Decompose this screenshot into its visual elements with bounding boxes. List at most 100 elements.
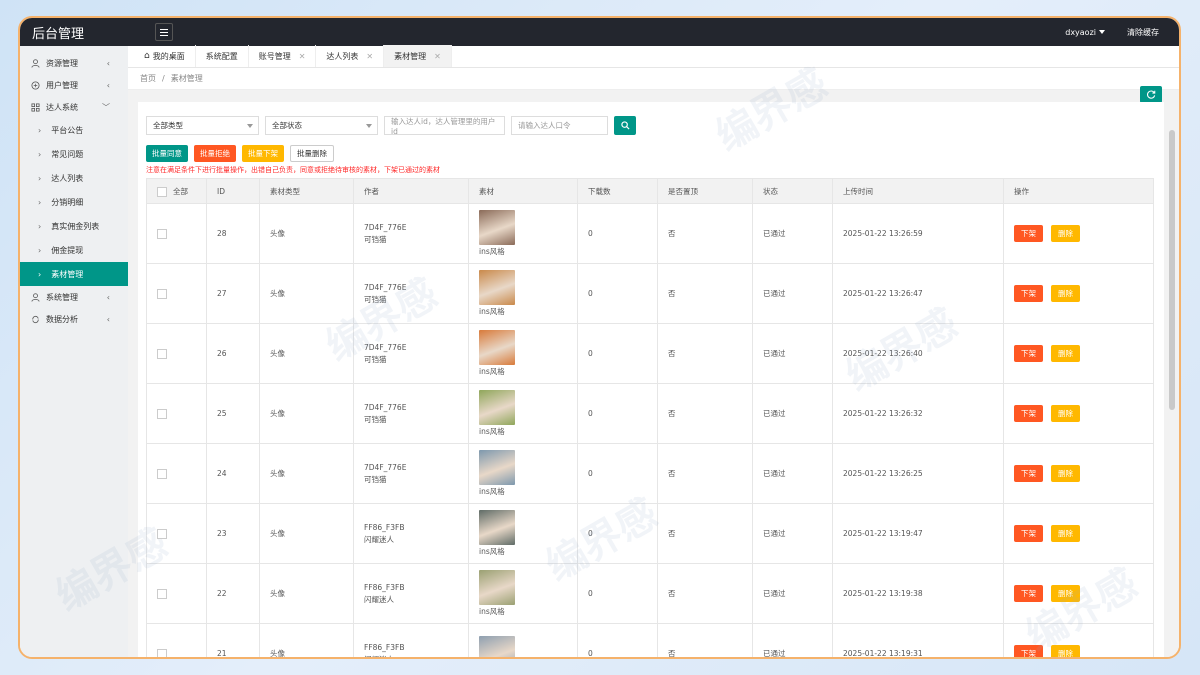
clear-cache-link[interactable]: 清除缓存 bbox=[1127, 27, 1159, 38]
material-thumbnail[interactable] bbox=[479, 390, 515, 425]
sidebar-item-label: 资源管理 bbox=[46, 58, 78, 68]
delete-button[interactable]: 删除 bbox=[1051, 405, 1080, 422]
batch-delete-button[interactable]: 批量删除 bbox=[290, 145, 334, 162]
row-actions: 下架 删除 bbox=[1014, 465, 1143, 482]
sidebar-subitem[interactable]: › 达人列表 bbox=[20, 166, 128, 190]
material-cell: ins风格 bbox=[468, 323, 578, 384]
user-menu[interactable]: dxyaozi bbox=[1065, 28, 1105, 37]
material-thumbnail[interactable] bbox=[479, 450, 515, 485]
offline-button[interactable]: 下架 bbox=[1014, 405, 1043, 422]
tab[interactable]: 系统配置 bbox=[196, 45, 249, 67]
scrollbar[interactable] bbox=[1169, 130, 1175, 410]
sidebar-item-label: 用户管理 bbox=[46, 80, 78, 90]
delete-button[interactable]: 删除 bbox=[1051, 525, 1080, 542]
delete-button[interactable]: 删除 bbox=[1051, 585, 1080, 602]
tab[interactable]: 账号管理 ✕ bbox=[249, 45, 317, 67]
tab[interactable]: ⌂ 我的桌面 bbox=[134, 45, 196, 67]
author-cell: FF86_F3FB 闪耀迷人 bbox=[353, 623, 469, 657]
material-thumbnail[interactable] bbox=[479, 210, 515, 245]
sidebar-subitem[interactable]: › 真实佣金列表 bbox=[20, 214, 128, 238]
column-header: 素材 bbox=[468, 178, 578, 204]
author-id: FF86_F3FB bbox=[364, 642, 405, 652]
batch-offline-button[interactable]: 批量下架 bbox=[242, 145, 284, 162]
row-checkbox[interactable] bbox=[157, 468, 167, 479]
author-id: 7D4F_776E bbox=[364, 222, 407, 232]
row-checkbox[interactable] bbox=[157, 228, 167, 239]
upload-time-cell: 2025-01-22 13:19:38 bbox=[832, 563, 1004, 624]
refresh-button[interactable] bbox=[1140, 86, 1162, 103]
dropdown-arrow-icon bbox=[366, 124, 372, 128]
author-cell: 7D4F_776E 可铛猫 bbox=[353, 323, 469, 384]
type-cell: 头像 bbox=[259, 383, 354, 444]
sidebar-subitem[interactable]: › 常见问题 bbox=[20, 142, 128, 166]
chevron-right-icon: › bbox=[38, 221, 42, 231]
sidebar-subitem[interactable]: › 素材管理 bbox=[20, 262, 128, 286]
close-icon[interactable]: ✕ bbox=[434, 52, 441, 61]
delete-button[interactable]: 删除 bbox=[1051, 645, 1080, 657]
type-select[interactable]: 全部类型 bbox=[146, 116, 259, 135]
menu-toggle-icon[interactable] bbox=[155, 23, 173, 41]
row-checkbox[interactable] bbox=[157, 588, 167, 599]
row-checkbox[interactable] bbox=[157, 288, 167, 299]
delete-button[interactable]: 删除 bbox=[1051, 285, 1080, 302]
offline-button[interactable]: 下架 bbox=[1014, 465, 1043, 482]
sidebar-item[interactable]: 用户管理 ‹ bbox=[20, 74, 128, 96]
main-area: ⌂ 我的桌面 系统配置 账号管理 ✕ 达人列表 ✕ 素材管理 ✕ 首页 / 素材管理 全部类型 … bbox=[128, 45, 1179, 657]
row-checkbox[interactable] bbox=[157, 348, 167, 359]
breadcrumb-separator: / bbox=[162, 74, 165, 83]
sidebar-item[interactable]: 数据分析 ‹ bbox=[20, 308, 128, 330]
status-select[interactable]: 全部状态 bbox=[265, 116, 378, 135]
sidebar-subitem[interactable]: › 平台公告 bbox=[20, 118, 128, 142]
sidebar-item[interactable]: 达人系统 ﹀ bbox=[20, 96, 128, 118]
column-header[interactable]: 全部 bbox=[146, 178, 207, 204]
material-thumbnail[interactable] bbox=[479, 330, 515, 365]
sidebar: 资源管理 ‹ 用户管理 ‹ 达人系统 ﹀ › 平台公告 › 常见问题 › 达人列表 › 分销明细 › 真实佣金… bbox=[20, 46, 128, 657]
material-thumbnail[interactable] bbox=[479, 570, 515, 605]
author-name: 可铛猫 bbox=[364, 414, 387, 424]
column-header: 状态 bbox=[752, 178, 833, 204]
batch-approve-button[interactable]: 批量同意 bbox=[146, 145, 188, 162]
select-all-checkbox[interactable] bbox=[157, 186, 167, 197]
material-thumbnail[interactable] bbox=[479, 510, 515, 545]
column-header-label: 状态 bbox=[763, 186, 778, 196]
search-button[interactable] bbox=[614, 116, 636, 135]
table-row: 21 头像 FF86_F3FB 闪耀迷人 0 否已通过 2025-01-22 13:19:3… bbox=[146, 623, 1154, 657]
delete-button[interactable]: 删除 bbox=[1051, 465, 1080, 482]
sidebar-item[interactable]: 资源管理 ‹ bbox=[20, 52, 128, 74]
offline-button[interactable]: 下架 bbox=[1014, 285, 1043, 302]
row-checkbox[interactable] bbox=[157, 648, 167, 657]
breadcrumb-home[interactable]: 首页 bbox=[140, 73, 156, 84]
offline-button[interactable]: 下架 bbox=[1014, 525, 1043, 542]
delete-button[interactable]: 删除 bbox=[1051, 345, 1080, 362]
sidebar-item[interactable]: 系统管理 ‹ bbox=[20, 286, 128, 308]
downloads-cell: 0 bbox=[577, 203, 658, 264]
tab-bar: ⌂ 我的桌面 系统配置 账号管理 ✕ 达人列表 ✕ 素材管理 ✕ bbox=[128, 45, 1179, 68]
close-icon[interactable]: ✕ bbox=[299, 52, 306, 61]
chevron-right-icon: › bbox=[38, 125, 42, 135]
material-thumbnail[interactable] bbox=[479, 270, 515, 305]
table-row: 25 头像 7D4F_776E 可铛猫 ins风格 0 否已通过 2025-01-22 13:… bbox=[146, 383, 1154, 444]
delete-button[interactable]: 删除 bbox=[1051, 225, 1080, 242]
close-icon[interactable]: ✕ bbox=[366, 52, 373, 61]
pinned-cell: 否 bbox=[657, 323, 753, 384]
tab[interactable]: 达人列表 ✕ bbox=[316, 45, 385, 67]
chevron-left-icon: ‹ bbox=[106, 314, 110, 324]
sidebar-subitem[interactable]: › 佣金提现 bbox=[20, 238, 128, 262]
material-thumbnail[interactable] bbox=[479, 636, 515, 657]
offline-button[interactable]: 下架 bbox=[1014, 225, 1043, 242]
row-checkbox[interactable] bbox=[157, 528, 167, 539]
tab[interactable]: 素材管理 ✕ bbox=[384, 45, 452, 67]
chevron-right-icon: › bbox=[38, 269, 42, 279]
offline-button[interactable]: 下架 bbox=[1014, 645, 1043, 657]
sidebar-subitem[interactable]: › 分销明细 bbox=[20, 190, 128, 214]
batch-reject-button[interactable]: 批量拒绝 bbox=[194, 145, 236, 162]
downloads-cell: 0 bbox=[577, 623, 658, 657]
search-id-input[interactable]: 输入达人id，达人管理里的用户id bbox=[384, 116, 505, 136]
author-id: 7D4F_776E bbox=[364, 402, 407, 412]
offline-button[interactable]: 下架 bbox=[1014, 345, 1043, 362]
material-cell: ins风格 bbox=[468, 503, 578, 564]
filter-bar: 全部类型 全部状态 输入达人id，达人管理里的用户id 请输入达人口令 bbox=[146, 116, 1164, 136]
row-checkbox[interactable] bbox=[157, 408, 167, 419]
search-code-input[interactable]: 请输入达人口令 bbox=[511, 116, 608, 135]
offline-button[interactable]: 下架 bbox=[1014, 585, 1043, 602]
